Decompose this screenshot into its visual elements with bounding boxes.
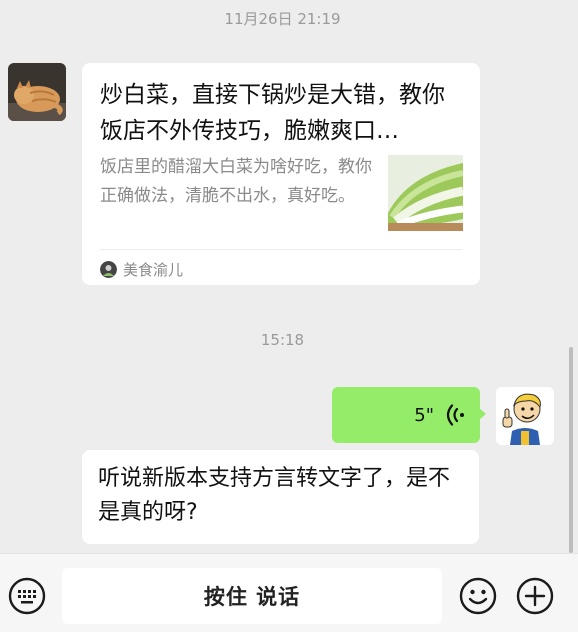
voice-duration: 5" [414,404,434,426]
input-bar: 按住 说话 [0,553,578,632]
timestamp: 11月26日 21:19 [224,10,341,28]
shared-article-card[interactable]: 炒白菜，直接下锅炒是大错，教你饭店不外传技巧，脆嫩爽口… 饭店里的醋溜大白菜为啥… [82,63,480,285]
card-divider [100,249,462,250]
emoji-button[interactable] [458,576,498,616]
avatar-self[interactable] [496,387,554,445]
voice-message-bubble[interactable]: 5" [332,387,480,443]
voice-bubble-tail [478,407,486,421]
timestamp: 15:18 [260,331,305,349]
avatar-cat[interactable] [8,63,66,121]
chat-area[interactable]: 11月26日 21:19 炒白菜，直接下锅炒是大错，教你饭店不外传技巧，脆嫩爽口… [0,0,578,553]
scrollbar[interactable] [569,347,573,553]
plus-icon [516,577,554,615]
more-button[interactable] [515,576,555,616]
keyboard-toggle-button[interactable] [7,576,47,616]
source-name: 美食渝儿 [123,260,184,279]
emoji-icon [459,577,497,615]
source-avatar-icon [100,260,117,278]
article-description: 饭店里的醋溜大白菜为啥好吃，教你正确做法，清脆不出水，真好吃。 [100,157,372,206]
article-title: 炒白菜，直接下锅炒是大错，教你饭店不外传技巧，脆嫩爽口… [100,82,445,144]
keyboard-icon [8,577,46,615]
voice-wave-icon [446,404,464,426]
article-thumbnail [388,155,463,231]
text-message-bubble[interactable]: 听说新版本支持方言转文字了，是不是真的呀? [82,450,479,544]
article-source: 美食渝儿 [100,259,183,279]
hold-to-talk-button[interactable]: 按住 说话 [62,568,442,624]
